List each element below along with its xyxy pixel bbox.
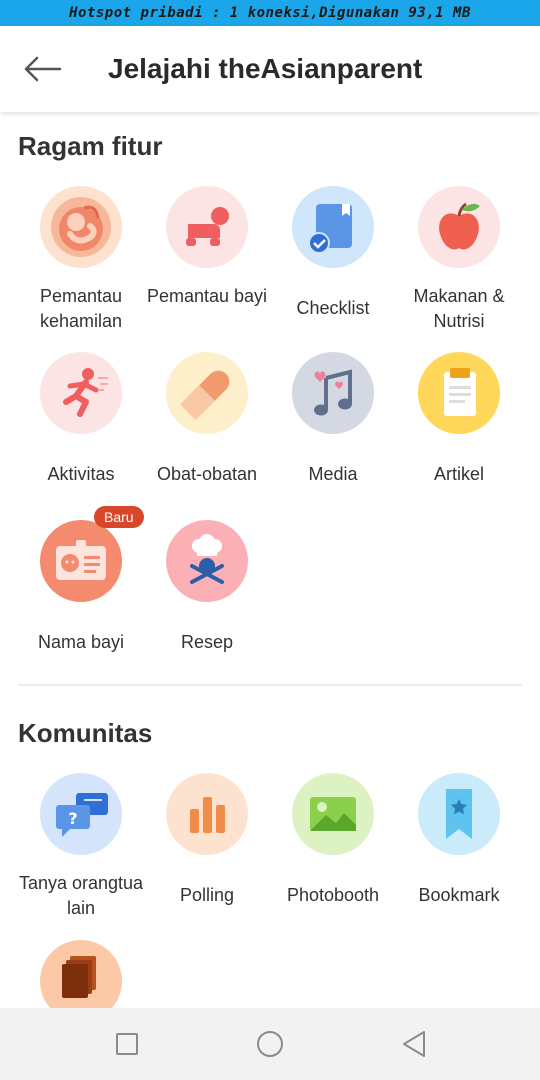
feature-articles[interactable]: Artikel: [396, 352, 522, 484]
square-icon: [116, 1033, 138, 1055]
feature-baby-tracker[interactable]: Pemantau bayi: [144, 186, 270, 336]
community-photobooth[interactable]: Photobooth: [270, 773, 396, 923]
clipboard-icon: [418, 352, 500, 434]
pill-icon: [166, 352, 248, 434]
feature-label: Polling: [179, 885, 235, 905]
feature-media[interactable]: Media: [270, 352, 396, 484]
community-polling[interactable]: Polling: [144, 773, 270, 923]
music-note-icon: [292, 352, 374, 434]
feature-activities[interactable]: Aktivitas: [18, 352, 144, 484]
feature-label: Photobooth: [286, 885, 380, 905]
feature-label: Artikel: [433, 464, 484, 484]
bar-chart-icon: [166, 773, 248, 855]
feature-label: Tanya orangtua lain: [18, 873, 144, 918]
feature-medicine[interactable]: Obat-obatan: [144, 352, 270, 484]
system-back-button[interactable]: [398, 1028, 430, 1060]
feature-recipes[interactable]: Resep: [144, 520, 270, 652]
running-person-icon: [40, 352, 122, 434]
checklist-book-icon: [292, 186, 374, 268]
triangle-back-icon: [403, 1031, 425, 1057]
system-navigation-bar: [0, 1008, 540, 1080]
chef-hat-icon: [166, 520, 248, 602]
section-divider: [18, 684, 522, 686]
status-bar: Hotspot pribadi : 1 koneksi,Digunakan 93…: [0, 0, 540, 26]
stacked-cards-icon: [40, 940, 122, 1008]
feature-label: Bookmark: [418, 885, 500, 905]
crawling-baby-icon: [166, 186, 248, 268]
community-ask-parents[interactable]: ? Tanya orangtua lain: [18, 773, 144, 923]
features-section-title: Ragam fitur: [18, 131, 163, 161]
feature-label: Makanan & Nutrisi: [413, 286, 505, 331]
community-bookmark[interactable]: Bookmark: [396, 773, 522, 923]
feature-baby-names[interactable]: Baru Nama bayi: [18, 506, 144, 652]
feature-checklist[interactable]: Checklist: [270, 186, 396, 336]
circle-icon: [257, 1031, 283, 1057]
feature-label: Pemantau kehamilan: [39, 286, 123, 331]
fetus-icon: [40, 186, 122, 268]
feature-label: Obat-obatan: [156, 464, 258, 484]
new-badge: Baru: [94, 506, 144, 528]
home-button[interactable]: [254, 1028, 286, 1060]
feature-label: Media: [308, 464, 358, 484]
svg-text:?: ?: [68, 809, 77, 828]
community-section-title: Komunitas: [18, 718, 153, 748]
feature-pregnancy-tracker[interactable]: Pemantau kehamilan: [18, 186, 144, 336]
feature-label: Checklist: [296, 298, 370, 318]
arrow-left-icon: [24, 56, 62, 82]
apple-icon: [418, 186, 500, 268]
community-collections[interactable]: [18, 940, 144, 1008]
feature-label: Aktivitas: [47, 464, 115, 484]
photo-icon: [292, 773, 374, 855]
bookmark-icon: [418, 773, 500, 855]
status-bar-text: Hotspot pribadi : 1 koneksi,Digunakan 93…: [69, 5, 471, 21]
page-title: Jelajahi theAsianparent: [108, 53, 423, 84]
baby-id-card-icon: [40, 520, 122, 602]
feature-label: Nama bayi: [37, 632, 125, 652]
back-button[interactable]: [20, 52, 64, 86]
chat-question-icon: ?: [40, 773, 122, 855]
app-header: Jelajahi theAsianparent: [0, 26, 540, 112]
feature-food-nutrition[interactable]: Makanan & Nutrisi: [396, 186, 522, 336]
recent-apps-button[interactable]: [111, 1028, 143, 1060]
feature-label: Resep: [180, 632, 234, 652]
feature-label: Pemantau bayi: [146, 286, 268, 306]
